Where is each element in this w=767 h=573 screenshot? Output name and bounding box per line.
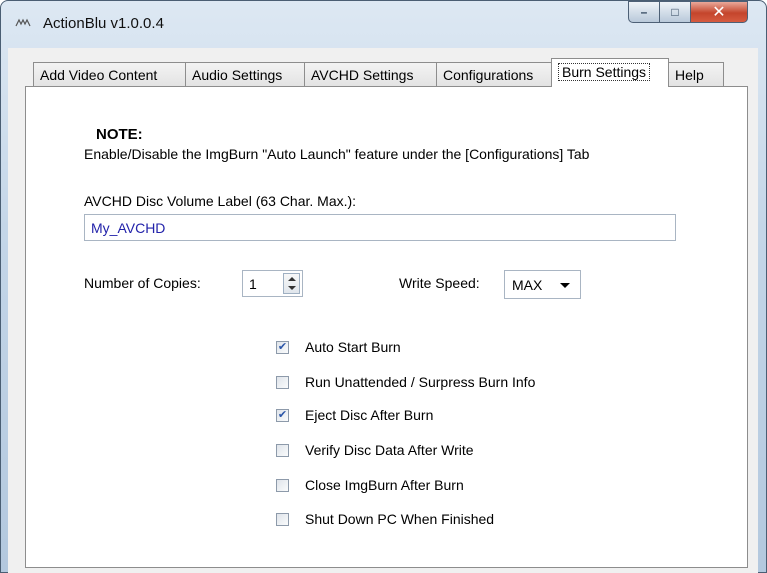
tab-avchd-settings[interactable]: AVCHD Settings — [304, 62, 437, 86]
note-text: Enable/Disable the ImgBurn "Auto Launch"… — [84, 146, 590, 162]
option-eject-disc[interactable]: ✔ Eject Disc After Burn — [276, 405, 433, 425]
option-label: Verify Disc Data After Write — [305, 442, 474, 458]
volume-label-input[interactable]: My_AVCHD — [84, 214, 676, 241]
checkmark-icon: ✔ — [277, 408, 288, 421]
option-verify-disc[interactable]: Verify Disc Data After Write — [276, 440, 474, 460]
tab-audio-settings[interactable]: Audio Settings — [185, 62, 305, 86]
note-heading: NOTE: — [96, 126, 143, 143]
option-label: Eject Disc After Burn — [305, 407, 434, 423]
maximize-button[interactable]: □ — [659, 1, 691, 23]
option-auto-start-burn[interactable]: ✔ Auto Start Burn — [276, 337, 401, 357]
tab-configurations[interactable]: Configurations — [436, 62, 561, 86]
checkbox-eject-disc[interactable]: ✔ — [276, 408, 289, 422]
option-label: Shut Down PC When Finished — [305, 511, 495, 527]
window-title: ActionBlu v1.0.0.4 — [43, 15, 164, 32]
option-run-unattended[interactable]: Run Unattended / Surpress Burn Info — [276, 372, 535, 392]
option-shut-down-pc[interactable]: Shut Down PC When Finished — [276, 509, 494, 529]
minimize-icon: – — [640, 5, 648, 19]
tab-burn-settings-label: Burn Settings — [558, 63, 651, 81]
write-speed-value: MAX — [512, 277, 543, 293]
checkbox-shut-down-pc[interactable] — [276, 512, 289, 526]
option-close-imgburn[interactable]: Close ImgBurn After Burn — [276, 475, 464, 495]
tab-help[interactable]: Help — [668, 62, 724, 86]
write-speed-select[interactable]: MAX — [504, 270, 581, 299]
option-label: Auto Start Burn — [305, 339, 401, 355]
write-speed-label: Write Speed: — [399, 275, 480, 291]
option-label: Run Unattended / Surpress Burn Info — [305, 374, 536, 390]
copies-label: Number of Copies: — [84, 275, 201, 291]
spin-down-icon[interactable] — [288, 286, 296, 290]
minimize-button[interactable]: – — [628, 1, 660, 23]
copies-value: 1 — [249, 276, 257, 292]
checkbox-close-imgburn[interactable] — [276, 478, 289, 492]
maximize-icon: □ — [671, 5, 679, 19]
app-logo-icon — [15, 18, 31, 27]
close-icon: ✕ — [712, 4, 726, 21]
tab-burn-settings[interactable]: Burn Settings — [551, 58, 669, 87]
spin-up-icon[interactable] — [288, 277, 296, 281]
dropdown-arrow-icon — [560, 283, 570, 288]
spin-arrows[interactable] — [283, 273, 300, 294]
close-button[interactable]: ✕ — [690, 1, 748, 23]
checkbox-run-unattended[interactable] — [276, 375, 289, 389]
title-bar[interactable]: ActionBlu v1.0.0.4 – □ ✕ — [1, 1, 766, 49]
checkmark-icon: ✔ — [277, 340, 288, 353]
tab-add-video-content[interactable]: Add Video Content — [33, 62, 186, 86]
copies-stepper[interactable]: 1 — [242, 270, 303, 297]
volume-label-caption: AVCHD Disc Volume Label (63 Char. Max.): — [84, 193, 357, 209]
checkbox-verify-disc[interactable] — [276, 443, 289, 457]
option-label: Close ImgBurn After Burn — [305, 477, 464, 493]
checkbox-auto-start-burn[interactable]: ✔ — [276, 340, 289, 354]
